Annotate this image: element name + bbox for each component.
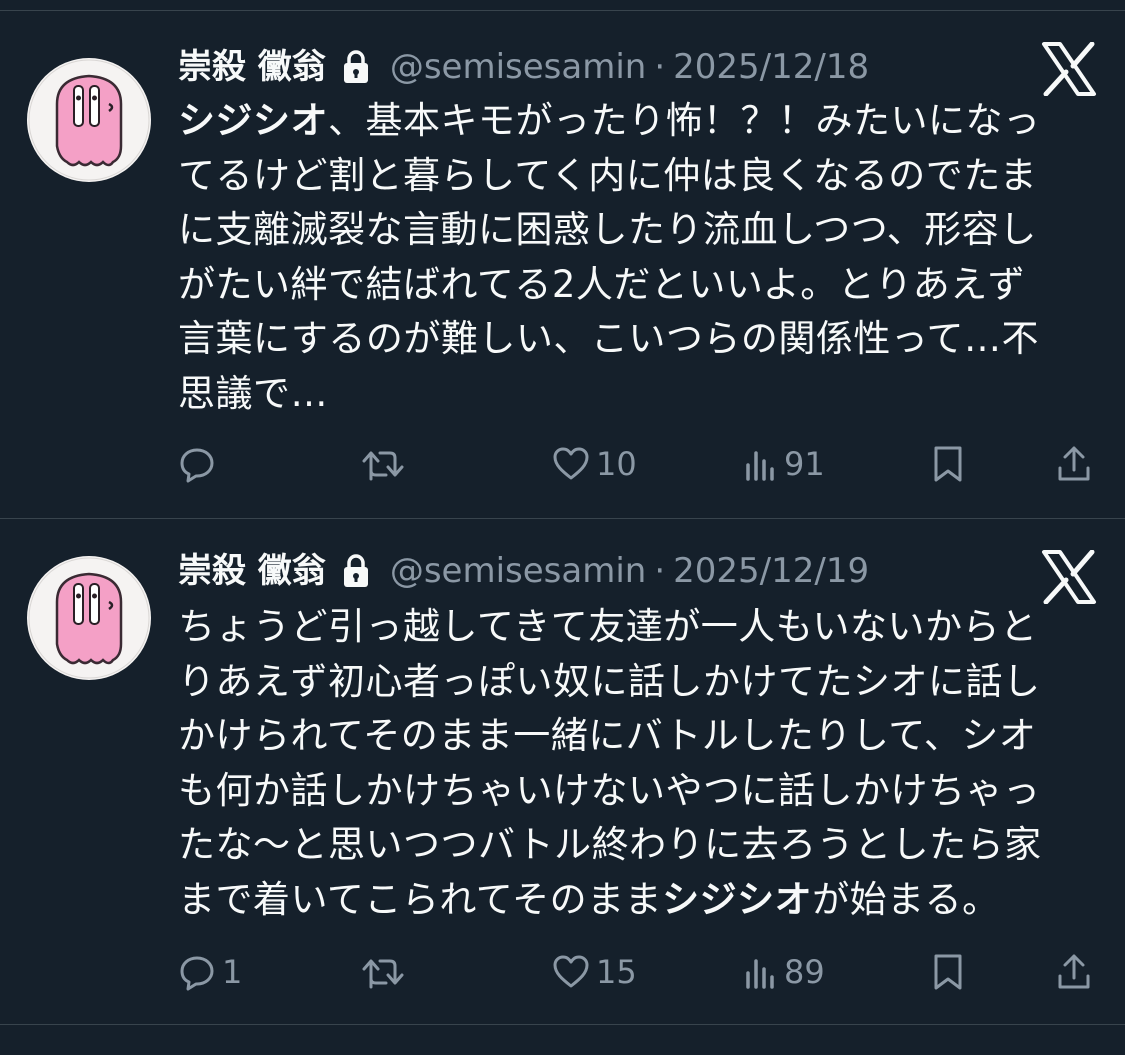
tweet-date[interactable]: 2025/12/18: [673, 44, 869, 90]
tweet-divider: [0, 518, 1125, 519]
views-button[interactable]: 91: [744, 444, 825, 484]
text-span: りあえず初心者っぽい奴に話しかけてたシオに話し: [178, 659, 1041, 703]
user-handle[interactable]: @semisesamin: [390, 548, 647, 594]
like-icon: [553, 955, 589, 988]
views-icon: [746, 959, 774, 989]
share-icon: [1058, 954, 1090, 989]
tweet-text: シジシオ、基本キモがったり怖！？！みたいになっ てるけど割と暮らしてく内に仲は良…: [178, 94, 1088, 422]
avatar[interactable]: [27, 556, 151, 680]
text-line: も何か話しかけちゃいけないやつに話しかけちゃっ: [178, 764, 1088, 819]
views-count: 89: [784, 953, 825, 991]
tweet-date[interactable]: 2025/12/19: [673, 548, 869, 594]
text-line: てるけど割と暮らしてく内に仲は良くなるのでたま: [178, 149, 1088, 204]
views-icon: [746, 451, 774, 481]
text-span: てるけど割と暮らしてく内に仲は良くなるのでたま: [178, 153, 1038, 197]
tweet-header: 崇殺 黴翁 @semisesamin · 2025/12/18: [178, 44, 869, 90]
text-span: たな〜と思いつつバトル終わりに去ろうとしたら家: [178, 823, 1042, 867]
text-span: も何か話しかけちゃいけないやつに話しかけちゃっ: [178, 768, 1041, 812]
retweet-button[interactable]: [360, 952, 412, 992]
bookmark-button[interactable]: [932, 444, 964, 484]
text-span: かけられてそのまま一緒にバトルしたりして、シオ: [178, 714, 1037, 758]
bookmark-icon: [934, 446, 962, 482]
tweet[interactable]: 崇殺 黴翁 @semisesamin · 2025/12/19 ちょうど引っ越し…: [0, 548, 1125, 1028]
share-icon: [1058, 446, 1090, 481]
text-bold: シジシオ: [662, 877, 813, 921]
text-span: に支離滅裂な言動に困惑したり流血しつつ、形容し: [178, 208, 1037, 252]
reply-icon: [180, 956, 214, 991]
bottom-divider: [0, 1024, 1125, 1025]
separator-dot: ·: [654, 551, 666, 591]
like-count: 15: [596, 953, 637, 991]
tweet-text: ちょうど引っ越してきて友達が一人もいないからと りあえず初心者っぽい奴に話しかけ…: [178, 600, 1088, 928]
tweet[interactable]: 崇殺 黴翁 @semisesamin · 2025/12/18 シジシオ、基本キ…: [0, 40, 1125, 520]
text-span: 、基本キモがったり怖！？！みたいになっ: [328, 99, 1041, 142]
text-line: がたい絆で結ばれてる2人だといいよ。とりあえず: [178, 258, 1088, 313]
retweet-icon: [362, 451, 404, 481]
text-span: 言葉にするのが難しい、こいつらの関係性って…不: [178, 317, 1040, 361]
reply-button[interactable]: [178, 444, 222, 484]
x-logo-icon[interactable]: [1040, 550, 1098, 604]
bookmark-icon: [934, 954, 962, 990]
views-button[interactable]: 89: [744, 952, 825, 992]
like-icon: [553, 447, 589, 480]
reply-icon: [180, 448, 214, 483]
text-line: ちょうど引っ越してきて友達が一人もいないからと: [178, 600, 1088, 655]
display-name[interactable]: 崇殺 黴翁: [178, 44, 326, 90]
text-bold: シジシオ: [178, 99, 328, 142]
text-line: 言葉にするのが難しい、こいつらの関係性って…不: [178, 312, 1088, 367]
like-count: 10: [596, 445, 637, 483]
tweet-header: 崇殺 黴翁 @semisesamin · 2025/12/19: [178, 548, 869, 594]
text-line: まで着いてこられてそのままシジシオが始まる。: [178, 873, 1088, 928]
text-line: 思議で…: [178, 367, 1088, 422]
display-name[interactable]: 崇殺 黴翁: [178, 548, 326, 594]
text-line: りあえず初心者っぽい奴に話しかけてたシオに話し: [178, 655, 1088, 710]
text-span: 思議で…: [178, 371, 328, 415]
x-logo-icon[interactable]: [1040, 42, 1098, 96]
avatar[interactable]: [27, 58, 151, 182]
text-span: が始まる。: [812, 877, 1000, 921]
views-count: 91: [784, 445, 825, 483]
text-span: ちょうど引っ越してきて友達が一人もいないからと: [178, 605, 1038, 648]
text-span: がたい絆で結ばれてる2人だといいよ。とりあえず: [178, 262, 1026, 306]
text-line: に支離滅裂な言動に困惑したり流血しつつ、形容し: [178, 203, 1088, 258]
reply-button[interactable]: 1: [178, 952, 242, 992]
share-button[interactable]: [1056, 952, 1092, 992]
like-button[interactable]: 15: [552, 952, 637, 992]
retweet-button[interactable]: [360, 444, 412, 484]
text-line: かけられてそのまま一緒にバトルしたりして、シオ: [178, 709, 1088, 764]
reply-count: 1: [222, 953, 243, 991]
top-divider: [0, 10, 1125, 11]
text-span: まで着いてこられてそのまま: [178, 877, 663, 921]
text-line: シジシオ、基本キモがったり怖！？！みたいになっ: [178, 94, 1088, 149]
like-button[interactable]: 10: [552, 444, 637, 484]
lock-icon: [343, 554, 368, 587]
text-line: たな〜と思いつつバトル終わりに去ろうとしたら家: [178, 818, 1088, 873]
retweet-icon: [362, 959, 404, 989]
bookmark-button[interactable]: [932, 952, 964, 992]
share-button[interactable]: [1056, 444, 1092, 484]
lock-icon: [343, 50, 368, 83]
user-handle[interactable]: @semisesamin: [390, 44, 647, 90]
separator-dot: ·: [654, 47, 666, 87]
